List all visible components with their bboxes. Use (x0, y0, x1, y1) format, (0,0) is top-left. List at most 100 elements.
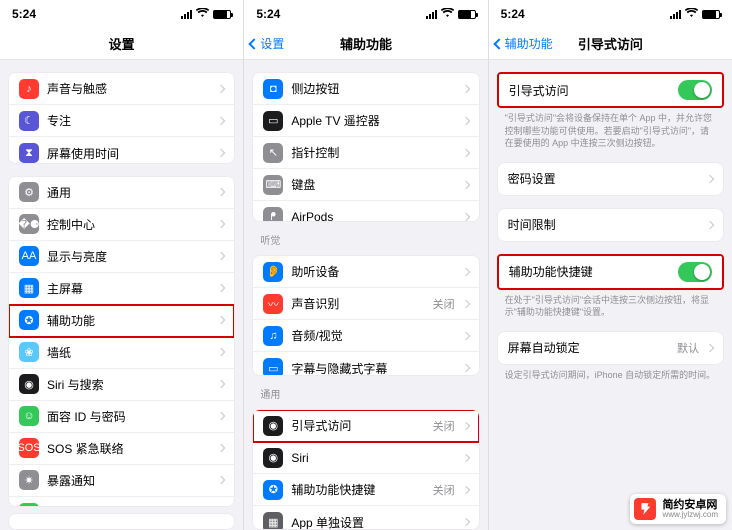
settings-row[interactable]: �⚈控制中心 (9, 209, 234, 241)
pane-guided-access: 5:24 辅助功能 引导式访问 引导式访问 " (489, 0, 732, 530)
settings-row[interactable]: ✪辅助功能快捷键关闭 (253, 474, 478, 506)
row-icon: ◘ (263, 79, 283, 99)
row-label: 屏幕使用时间 (47, 145, 210, 162)
settings-row[interactable]: ♪声音与触感 (9, 73, 234, 105)
status-bar: 5:24 (0, 0, 243, 28)
row-icon: ◉ (19, 374, 39, 394)
settings-row[interactable]: ▭字幕与隐藏式字幕 (253, 352, 478, 376)
chevron-right-icon (217, 444, 225, 452)
footnote: 设定引导式访问期间，iPhone 自动锁定所需的时间。 (489, 365, 732, 382)
row-icon: ⌨ (263, 175, 283, 195)
settings-row[interactable]: SOSSOS 紧急联络 (9, 433, 234, 465)
toggle-on-icon[interactable] (678, 262, 712, 282)
row-label: 助听设备 (291, 263, 454, 280)
row-icon: ▭ (263, 111, 283, 131)
settings-row[interactable]: ⚙通用 (9, 177, 234, 209)
settings-row[interactable]: 屏幕自动锁定默认 (498, 332, 723, 364)
row-icon: ✪ (263, 480, 283, 500)
settings-row[interactable]: ◉ Siri 与搜索 (9, 369, 234, 401)
chevron-right-icon (461, 364, 469, 372)
chevron-right-icon (461, 268, 469, 276)
watermark-title: 简约安卓网 (662, 499, 718, 511)
navbar: 辅助功能 引导式访问 (489, 28, 732, 60)
settings-row[interactable]: 时间限制 (498, 209, 723, 241)
settings-row[interactable]: ▭ Apple TV 遥控器 (253, 105, 478, 137)
row-icon: �⚈ (19, 214, 39, 234)
settings-row[interactable]: ✪辅助功能 (9, 305, 234, 337)
chevron-right-icon (217, 316, 225, 324)
row-icon: ᖰ (263, 207, 283, 222)
watermark: 简约安卓网 www.jylzwj.com (630, 494, 726, 524)
page-title: 辅助功能 (340, 34, 392, 53)
status-icons (670, 7, 720, 21)
settings-row[interactable]: ✷暴露通知 (9, 465, 234, 497)
settings-row[interactable]: ⌨ 键盘 (253, 169, 478, 201)
status-time: 5:24 (501, 7, 525, 21)
status-time: 5:24 (12, 7, 36, 21)
row-label: 辅助功能快捷键 (509, 263, 670, 280)
row-icon: ✷ (19, 470, 39, 490)
settings-row[interactable]: ☾专注 (9, 105, 234, 137)
back-button[interactable]: 辅助功能 (495, 35, 553, 52)
chevron-right-icon (217, 284, 225, 292)
signal-icon (426, 9, 437, 19)
settings-row[interactable]: ▦ 主屏幕 (9, 273, 234, 305)
row-icon: ❀ (19, 342, 39, 362)
wifi-icon (685, 7, 698, 21)
row-label: Apple TV 遥控器 (291, 112, 454, 129)
row-label: 键盘 (291, 176, 454, 193)
row-label: 电池 (47, 504, 210, 507)
settings-row[interactable]: ☺面容 ID 与密码 (9, 401, 234, 433)
toggle-on-icon[interactable] (678, 80, 712, 100)
row-accessibility-shortcut-toggle[interactable]: 辅助功能快捷键 (499, 256, 722, 288)
chevron-right-icon (706, 175, 714, 183)
row-label: Siri (291, 451, 454, 465)
settings-row[interactable]: ▮电池 (9, 497, 234, 507)
row-label: 声音与触感 (47, 80, 210, 97)
row-guided-access-toggle[interactable]: 引导式访问 (499, 74, 722, 106)
navbar: 设置 辅助功能 (244, 28, 487, 60)
chevron-right-icon (217, 116, 225, 124)
row-label: 屏幕自动锁定 (508, 339, 669, 356)
row-label: 字幕与隐藏式字幕 (291, 360, 454, 376)
settings-row[interactable]: ▦App 单独设置 (253, 506, 478, 530)
settings-row[interactable]: ᖰ AirPods (253, 201, 478, 222)
page-title: 设置 (109, 34, 135, 53)
settings-row[interactable]: ◉引导式访问关闭 (253, 410, 478, 442)
chevron-right-icon (461, 84, 469, 92)
battery-icon (458, 10, 476, 19)
chevron-right-icon (461, 213, 469, 221)
row-label: Siri 与搜索 (47, 376, 210, 393)
row-label: 引导式访问 (291, 417, 424, 434)
chevron-right-icon (461, 332, 469, 340)
row-value: 默认 (677, 340, 699, 356)
settings-row[interactable]: ↖指针控制 (253, 137, 478, 169)
footnote: 在处于"引导式访问"会话中连按三次侧边按钮，将显示"辅助功能快捷键"设置。 (489, 290, 732, 319)
row-icon: SOS (19, 438, 39, 458)
row-icon: 👂 (263, 262, 283, 282)
settings-row[interactable]: 〰声音识别关闭 (253, 288, 478, 320)
chevron-right-icon (461, 180, 469, 188)
back-label: 设置 (260, 35, 284, 52)
settings-row[interactable]: AA显示与亮度 (9, 241, 234, 273)
row-label: 主屏幕 (47, 280, 210, 297)
settings-row[interactable]: ♫音频/视觉 (253, 320, 478, 352)
status-bar: 5:24 (244, 0, 487, 28)
settings-row[interactable]: ◘ 侧边按钮 (253, 73, 478, 105)
accessibility-shortcut-toggle-group: 辅助功能快捷键 (497, 254, 724, 290)
row-icon: ▦ (19, 278, 39, 298)
chevron-right-icon (217, 149, 225, 157)
chevron-right-icon (217, 188, 225, 196)
status-time: 5:24 (256, 7, 280, 21)
settings-row[interactable]: ◉Siri (253, 442, 478, 474)
row-label: 引导式访问 (509, 82, 670, 99)
back-button[interactable]: 设置 (250, 35, 284, 52)
row-label: 侧边按钮 (291, 80, 454, 97)
chevron-left-icon (249, 38, 260, 49)
row-icon: ⚙ (19, 182, 39, 202)
settings-row[interactable]: 👂 助听设备 (253, 256, 478, 288)
settings-row[interactable]: 密码设置 (498, 163, 723, 195)
row-label: AirPods (291, 210, 454, 222)
settings-row[interactable]: ❀墙纸 (9, 337, 234, 369)
settings-row[interactable]: ⧗屏幕使用时间 (9, 137, 234, 164)
